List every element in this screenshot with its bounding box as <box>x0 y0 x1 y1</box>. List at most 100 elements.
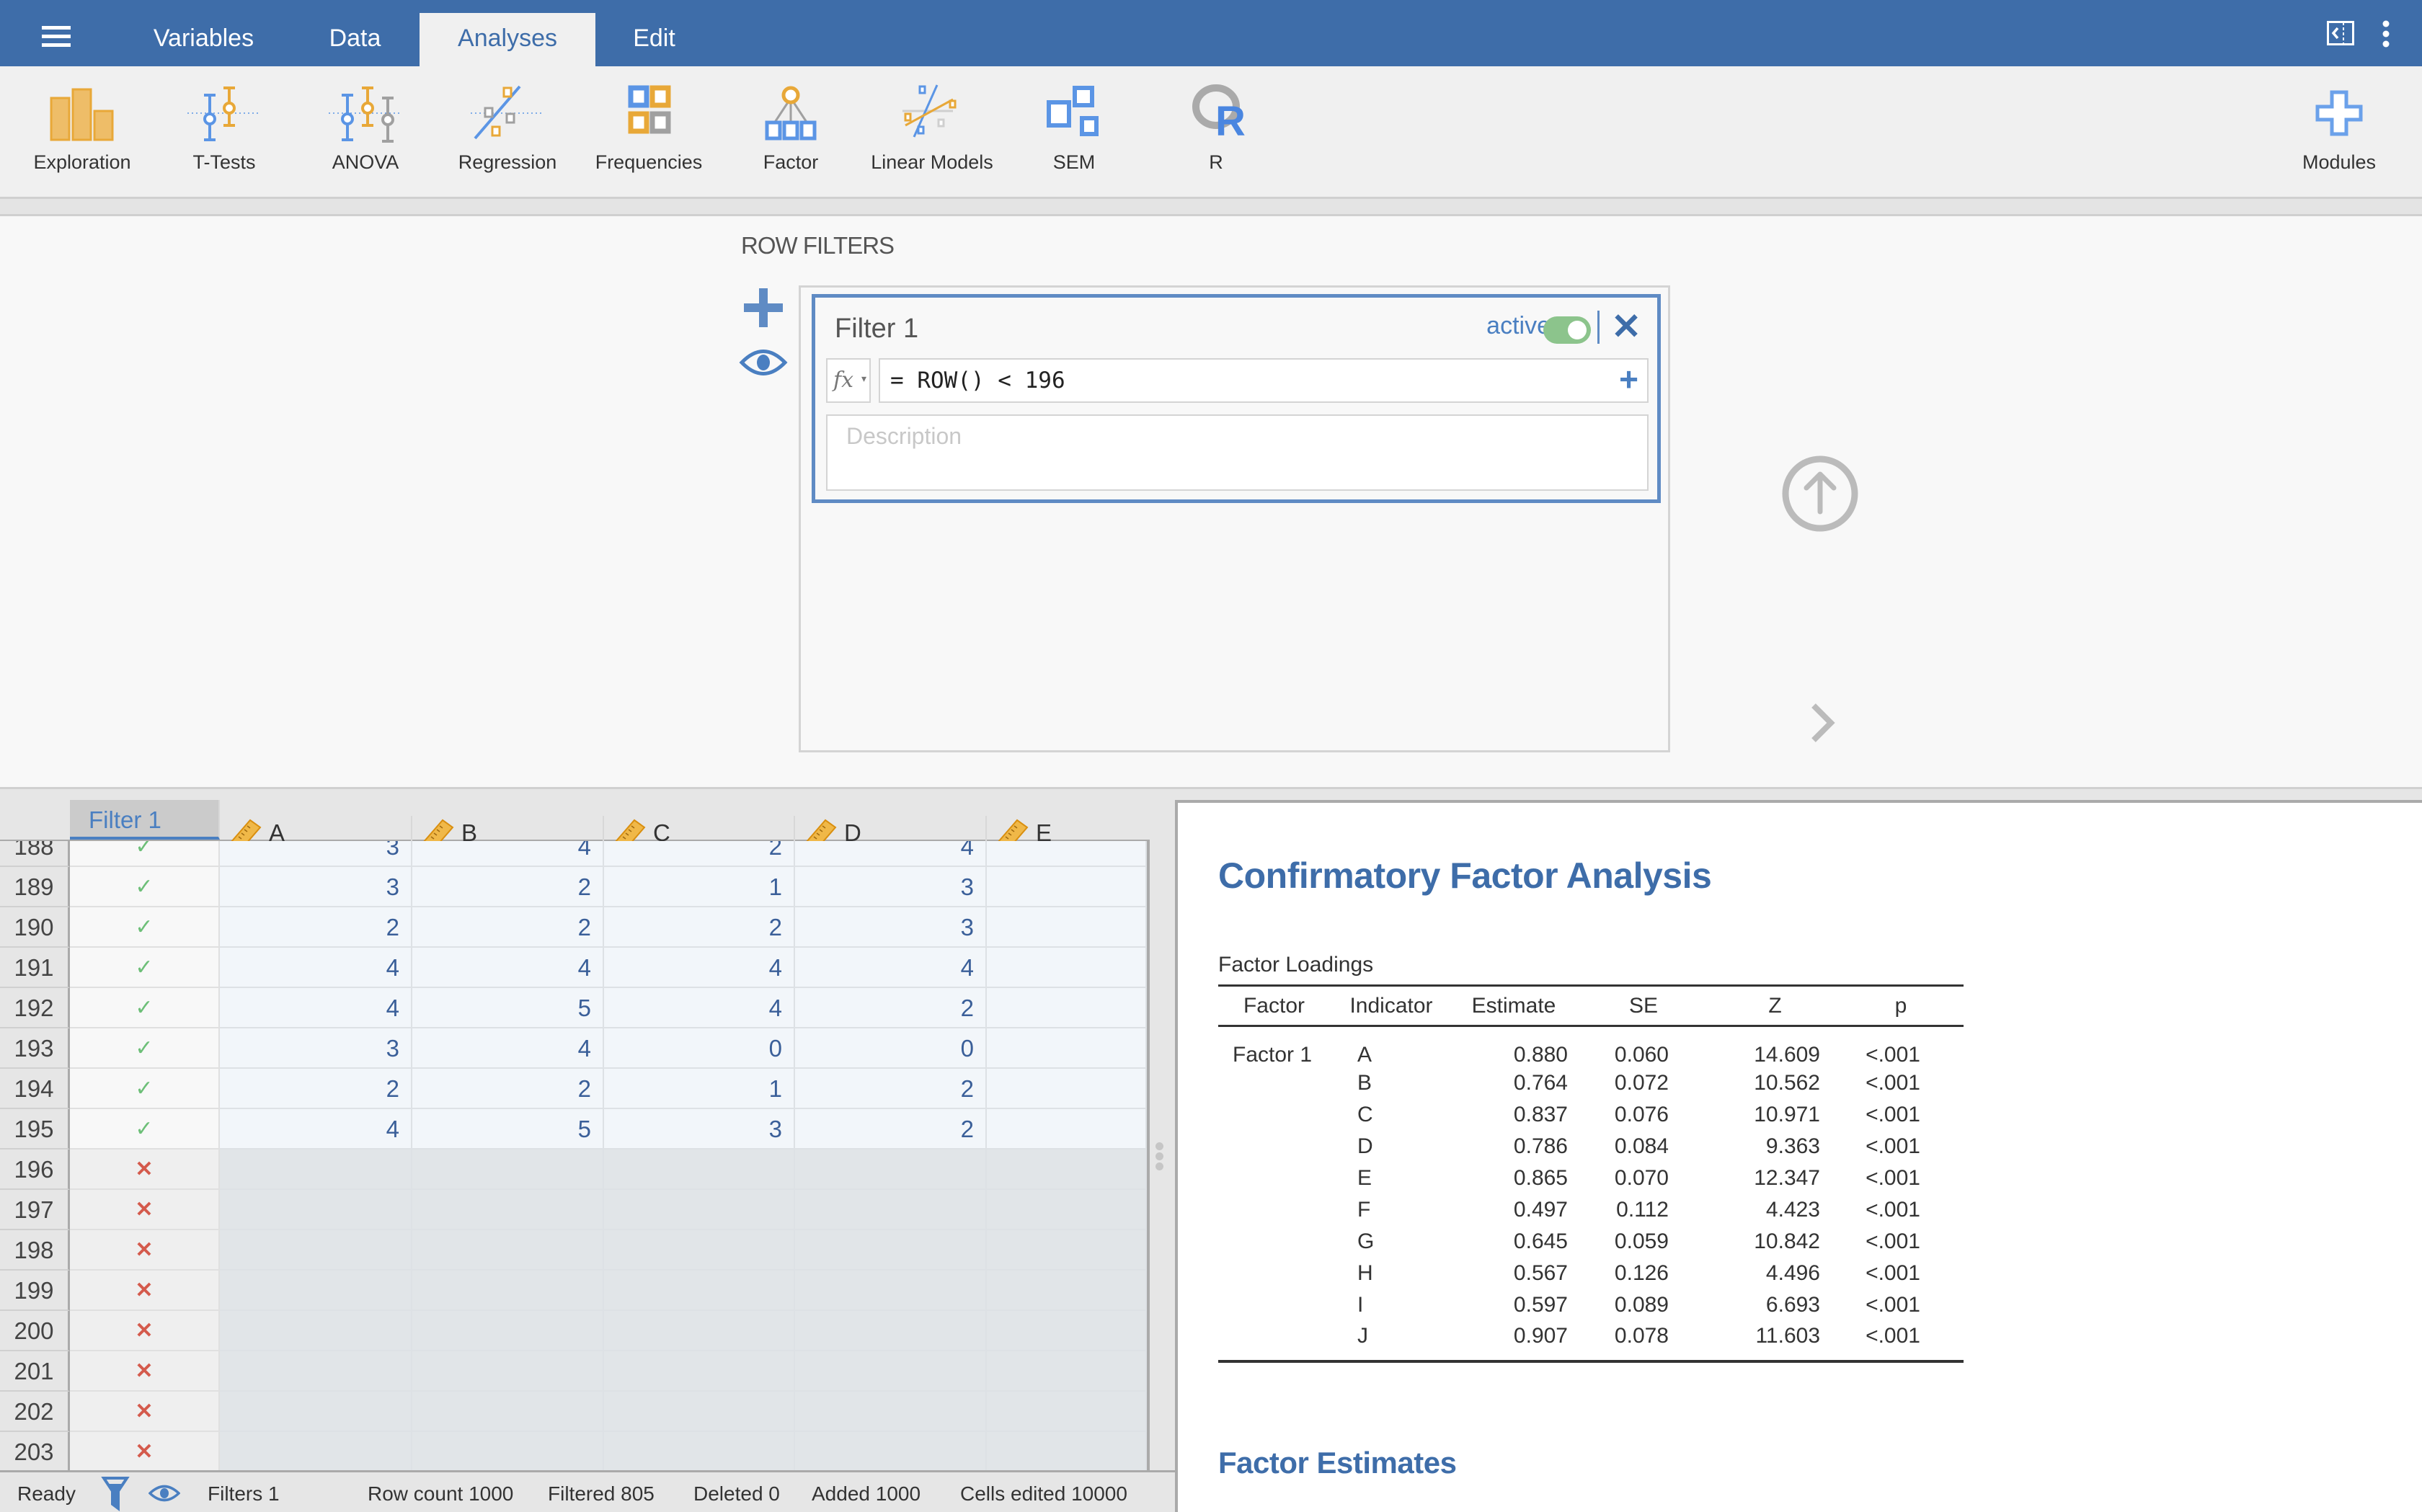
row-number[interactable]: 199 <box>0 1271 70 1311</box>
row-number[interactable]: 192 <box>0 988 70 1028</box>
row-number[interactable]: 188 <box>0 841 70 867</box>
data-cell[interactable] <box>987 1109 1147 1149</box>
data-cell[interactable]: 4 <box>604 988 795 1028</box>
ribbon-r[interactable]: R R <box>1144 81 1288 189</box>
tab-data[interactable]: Data <box>310 13 400 66</box>
data-cell[interactable] <box>987 988 1147 1028</box>
data-cell[interactable]: 2 <box>795 988 987 1028</box>
data-cell[interactable] <box>412 1392 604 1432</box>
data-cell[interactable] <box>604 1190 795 1230</box>
data-cell[interactable] <box>795 1432 987 1470</box>
column-header-c[interactable]: C <box>604 816 795 850</box>
ribbon-t-tests[interactable]: T-Tests <box>152 81 296 189</box>
fx-button[interactable]: fx ▾ <box>826 358 871 403</box>
row-number[interactable]: 195 <box>0 1109 70 1149</box>
tab-edit[interactable]: Edit <box>613 13 696 66</box>
panel-splitter-handle[interactable] <box>1155 1142 1166 1171</box>
data-cell[interactable]: 2 <box>604 841 795 867</box>
data-cell[interactable]: 3 <box>795 867 987 907</box>
data-cell[interactable] <box>604 1351 795 1392</box>
data-cell[interactable]: 3 <box>220 1028 412 1069</box>
data-cell[interactable]: 4 <box>604 948 795 988</box>
collapse-panel-icon[interactable] <box>2327 21 2354 45</box>
data-cell[interactable] <box>220 1230 412 1271</box>
data-cell[interactable] <box>795 1271 987 1311</box>
data-cell[interactable]: 4 <box>795 841 987 867</box>
row-number[interactable]: 196 <box>0 1149 70 1190</box>
active-toggle[interactable] <box>1543 316 1591 344</box>
data-cell[interactable] <box>987 1230 1147 1271</box>
data-cell[interactable] <box>412 1271 604 1311</box>
data-cell[interactable] <box>987 1271 1147 1311</box>
data-cell[interactable]: 3 <box>604 1109 795 1149</box>
data-cell[interactable]: 0 <box>604 1028 795 1069</box>
ribbon-anova[interactable]: ANOVA <box>293 81 438 189</box>
row-number[interactable]: 202 <box>0 1392 70 1432</box>
data-cell[interactable] <box>795 1392 987 1432</box>
data-cell[interactable] <box>220 1271 412 1311</box>
data-cell[interactable]: 4 <box>220 988 412 1028</box>
data-cell[interactable]: 5 <box>412 988 604 1028</box>
data-cell[interactable] <box>987 907 1147 948</box>
data-cell[interactable] <box>987 1432 1147 1470</box>
column-header-a[interactable]: A <box>220 816 412 850</box>
hamburger-icon[interactable] <box>42 26 71 48</box>
data-cell[interactable] <box>220 1190 412 1230</box>
eye-icon[interactable] <box>739 344 788 381</box>
chevron-right-icon[interactable] <box>1809 703 1838 743</box>
column-header-b[interactable]: B <box>412 816 604 850</box>
data-cell[interactable] <box>220 1351 412 1392</box>
data-cell[interactable] <box>795 1311 987 1351</box>
tab-analyses[interactable]: Analyses <box>420 13 595 66</box>
data-cell[interactable] <box>987 1351 1147 1392</box>
data-cell[interactable] <box>604 1432 795 1470</box>
data-cell[interactable]: 4 <box>220 948 412 988</box>
data-cell[interactable] <box>220 1149 412 1190</box>
data-cell[interactable] <box>412 1351 604 1392</box>
data-cell[interactable] <box>412 1432 604 1470</box>
add-condition-icon[interactable]: + <box>1619 360 1638 399</box>
data-cell[interactable] <box>795 1190 987 1230</box>
data-cell[interactable]: 2 <box>795 1069 987 1109</box>
ribbon-linear-models[interactable]: Linear Models <box>860 81 1004 189</box>
data-cell[interactable] <box>412 1311 604 1351</box>
data-cell[interactable]: 4 <box>412 841 604 867</box>
data-cell[interactable]: 2 <box>412 867 604 907</box>
data-cell[interactable] <box>987 867 1147 907</box>
data-cell[interactable] <box>220 1432 412 1470</box>
row-number[interactable]: 193 <box>0 1028 70 1069</box>
data-cell[interactable] <box>987 841 1147 867</box>
description-input[interactable]: Description <box>826 414 1649 491</box>
data-cell[interactable] <box>987 1149 1147 1190</box>
data-cell[interactable]: 4 <box>412 948 604 988</box>
more-vertical-icon[interactable] <box>2380 20 2392 48</box>
data-cell[interactable]: 5 <box>412 1109 604 1149</box>
data-cell[interactable] <box>987 1392 1147 1432</box>
ribbon-frequencies[interactable]: Frequencies <box>577 81 721 189</box>
data-cell[interactable]: 2 <box>604 907 795 948</box>
data-cell[interactable] <box>987 1190 1147 1230</box>
ribbon-modules[interactable]: Modules <box>2267 81 2411 189</box>
data-cell[interactable]: 2 <box>220 1069 412 1109</box>
data-cell[interactable] <box>412 1149 604 1190</box>
data-cell[interactable]: 3 <box>220 867 412 907</box>
ribbon-regression[interactable]: Regression <box>435 81 580 189</box>
row-number[interactable]: 194 <box>0 1069 70 1109</box>
close-icon[interactable]: ✕ <box>1611 306 1641 347</box>
filter-funnel-icon[interactable] <box>101 1475 130 1511</box>
data-cell[interactable]: 1 <box>604 867 795 907</box>
filter-name[interactable]: Filter 1 <box>835 313 918 344</box>
row-number[interactable]: 200 <box>0 1311 70 1351</box>
add-filter-icon[interactable] <box>741 285 786 330</box>
data-cell[interactable] <box>795 1351 987 1392</box>
column-header-d[interactable]: D <box>795 816 987 850</box>
data-cell[interactable]: 2 <box>220 907 412 948</box>
formula-input[interactable]: = ROW() < 196 + <box>879 358 1649 403</box>
tab-variables[interactable]: Variables <box>137 13 270 66</box>
data-cell[interactable] <box>795 1230 987 1271</box>
data-cell[interactable]: 3 <box>795 907 987 948</box>
data-cell[interactable]: 4 <box>220 1109 412 1149</box>
data-cell[interactable] <box>604 1392 795 1432</box>
data-cell[interactable]: 0 <box>795 1028 987 1069</box>
data-cell[interactable] <box>604 1271 795 1311</box>
